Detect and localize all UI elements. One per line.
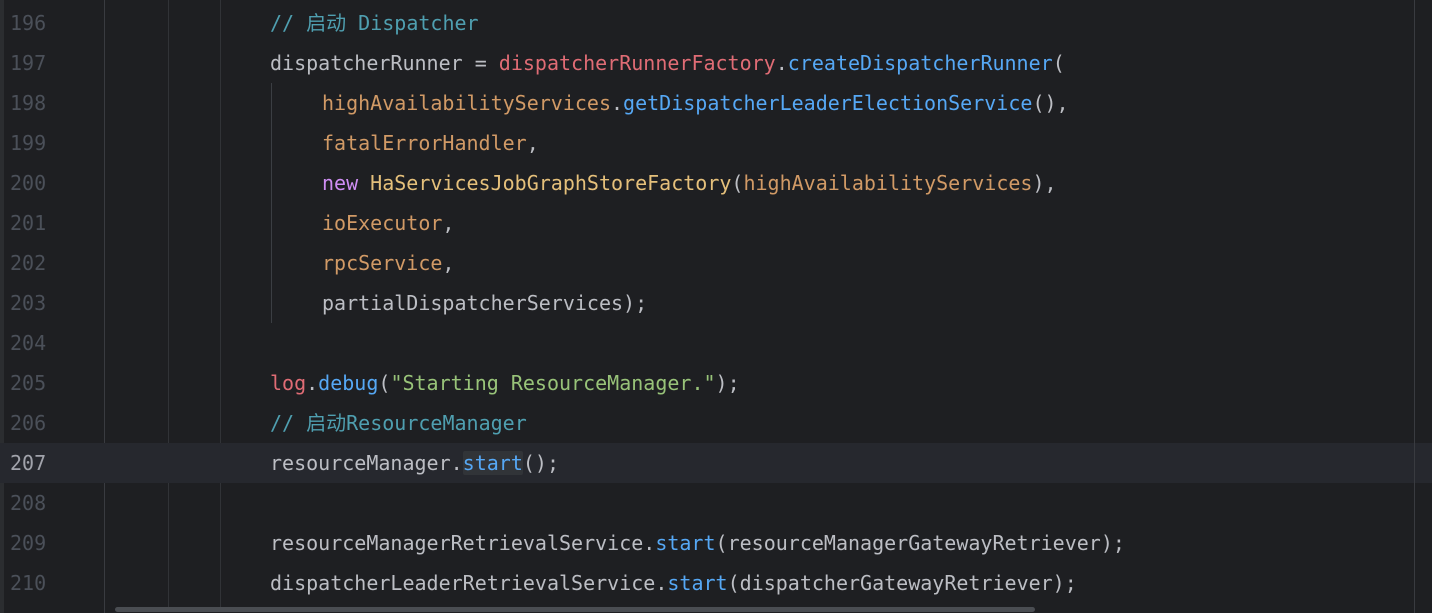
code-token: // 启动 Dispatcher xyxy=(270,11,479,35)
code-line[interactable]: 210 dispatcherLeaderRetrievalService.star… xyxy=(0,563,1432,603)
code-text[interactable]: dispatcherRunner = dispatcherRunnerFacto… xyxy=(270,43,1065,83)
code-token: fatalErrorHandler xyxy=(322,131,527,155)
line-number: 204 xyxy=(10,331,47,355)
code-token: // 启动ResourceManager xyxy=(270,411,527,435)
code-text[interactable]: log.debug("Starting ResourceManager."); xyxy=(270,363,740,403)
line-number: 203 xyxy=(10,291,47,315)
line-number: 196 xyxy=(10,11,47,35)
code-line[interactable]: 207 resourceManager.start(); xyxy=(0,443,1432,483)
code-token: highAvailabilityServices xyxy=(743,171,1033,195)
code-line[interactable]: 200 new HaServicesJobGraphStoreFactory(hi… xyxy=(0,163,1432,203)
code-token: resourceManager. xyxy=(270,451,463,475)
code-text[interactable]: fatalErrorHandler, xyxy=(322,123,539,163)
code-line[interactable]: 202 rpcService, xyxy=(0,243,1432,283)
line-number: 199 xyxy=(10,131,47,155)
code-token: . xyxy=(775,51,788,75)
line-number: 198 xyxy=(10,91,47,115)
code-text[interactable]: partialDispatcherServices); xyxy=(322,283,647,323)
code-line[interactable]: 208 xyxy=(0,483,1432,523)
right-margin-divider xyxy=(1414,0,1415,613)
code-token: (resourceManagerGatewayRetriever); xyxy=(715,531,1125,555)
code-token: (); xyxy=(522,451,559,475)
code-token: HaServicesJobGraphStoreFactory xyxy=(370,171,732,195)
code-text[interactable]: rpcService, xyxy=(322,243,454,283)
line-number: 201 xyxy=(10,211,47,235)
code-token: ( xyxy=(378,371,391,395)
code-token: ioExecutor xyxy=(322,211,443,235)
code-text[interactable]: ioExecutor, xyxy=(322,203,454,243)
code-token: rpcService xyxy=(322,251,443,275)
line-number: 205 xyxy=(10,371,47,395)
code-token: start xyxy=(655,531,716,555)
code-token: dispatcherLeaderRetrievalService. xyxy=(270,571,668,595)
code-token: resourceManagerRetrievalService. xyxy=(270,531,656,555)
code-token: new xyxy=(322,171,371,195)
code-token: createDispatcherRunner xyxy=(787,51,1053,75)
code-text[interactable]: new HaServicesJobGraphStoreFactory(highA… xyxy=(322,163,1057,203)
line-number: 202 xyxy=(10,251,47,275)
code-token: , xyxy=(442,211,455,235)
code-line[interactable]: 203 partialDispatcherServices); xyxy=(0,283,1432,323)
code-line[interactable]: 199 fatalErrorHandler, xyxy=(0,123,1432,163)
line-number: 200 xyxy=(10,171,47,195)
code-text[interactable]: // 启动 Dispatcher xyxy=(270,3,479,43)
code-line[interactable]: 201 ioExecutor, xyxy=(0,203,1432,243)
code-text[interactable]: resourceManagerRetrievalService.start(re… xyxy=(270,523,1125,563)
code-token: debug xyxy=(318,371,379,395)
code-token: ( xyxy=(731,171,744,195)
code-token: (), xyxy=(1032,91,1069,115)
line-number: 210 xyxy=(10,571,47,595)
code-token: dispatcherRunner = xyxy=(270,51,499,75)
code-text[interactable]: highAvailabilityServices.getDispatcherLe… xyxy=(322,83,1069,123)
code-token: ), xyxy=(1032,171,1057,195)
code-line[interactable]: 209 resourceManagerRetrievalService.start… xyxy=(0,523,1432,563)
line-number: 209 xyxy=(10,531,47,555)
code-line[interactable]: 196 // 启动 Dispatcher xyxy=(0,3,1432,43)
code-line[interactable]: 197 dispatcherRunner = dispatcherRunnerFa… xyxy=(0,43,1432,83)
line-number: 206 xyxy=(10,411,47,435)
horizontal-scrollbar-thumb[interactable] xyxy=(115,607,1035,612)
code-token: start xyxy=(667,571,728,595)
code-token: ( xyxy=(1052,51,1065,75)
code-token: ); xyxy=(715,371,740,395)
code-line[interactable]: 198 highAvailabilityServices.getDispatche… xyxy=(0,83,1432,123)
code-token: . xyxy=(610,91,624,115)
line-number: 197 xyxy=(10,51,47,75)
code-token: getDispatcherLeaderElectionService xyxy=(623,91,1033,115)
code-token: dispatcherRunnerFactory xyxy=(498,51,776,75)
line-number: 207 xyxy=(10,451,47,475)
code-token: , xyxy=(526,131,539,155)
code-line[interactable]: 206 // 启动ResourceManager xyxy=(0,403,1432,443)
code-token: partialDispatcherServices); xyxy=(322,291,648,315)
code-text[interactable]: resourceManager.start(); xyxy=(270,443,559,483)
code-text[interactable]: // 启动ResourceManager xyxy=(270,403,527,443)
code-token: (dispatcherGatewayRetriever); xyxy=(727,571,1077,595)
code-text[interactable]: dispatcherLeaderRetrievalService.start(d… xyxy=(270,563,1077,603)
line-number: 208 xyxy=(10,491,47,515)
code-line[interactable]: 205 log.debug("Starting ResourceManager."… xyxy=(0,363,1432,403)
code-token: . xyxy=(306,371,319,395)
code-lines[interactable]: 196 // 启动 Dispatcher 197 dispatcherRunner =… xyxy=(0,3,1432,603)
code-editor[interactable]: 196 // 启动 Dispatcher 197 dispatcherRunner =… xyxy=(0,0,1432,613)
code-token: "Starting ResourceManager." xyxy=(390,371,716,395)
code-token: start xyxy=(462,451,523,475)
code-token: highAvailabilityServices xyxy=(322,91,611,115)
code-token: , xyxy=(442,251,455,275)
code-token: log xyxy=(270,371,307,395)
code-line[interactable]: 204 xyxy=(0,323,1432,363)
